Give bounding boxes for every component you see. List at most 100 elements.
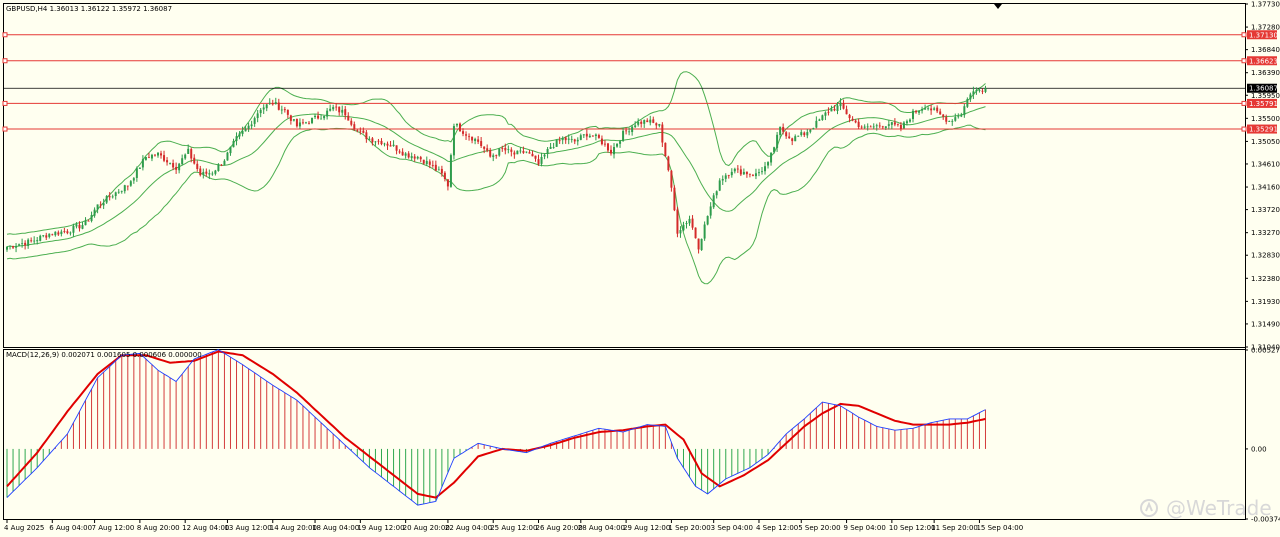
candle-body	[534, 155, 537, 159]
candle-body	[754, 173, 757, 177]
candle-body	[232, 141, 235, 148]
level-price-label-2: 1.35791	[1249, 100, 1278, 108]
trading-chart[interactable]: 1.371301.366231.357911.352911.36087 1.37…	[0, 0, 1280, 537]
candle-body	[709, 206, 712, 216]
price-tick-label: 1.33720	[1251, 206, 1280, 214]
candle-body	[51, 234, 54, 236]
candle-body	[259, 109, 262, 114]
price-tick-label: 1.35950	[1251, 92, 1280, 100]
time-tick-label: 9 Sep 04:00	[844, 524, 886, 532]
candle-body	[896, 123, 899, 125]
time-tick-label: 25 Aug 12:00	[490, 524, 537, 532]
candle-body	[948, 121, 951, 122]
candle-body	[178, 163, 181, 171]
candle-body	[108, 196, 111, 198]
candle-body	[727, 174, 730, 176]
candle-body	[150, 154, 153, 159]
candle-body	[416, 156, 419, 159]
candle-body	[915, 110, 918, 113]
candle-body	[899, 124, 902, 129]
candle-body	[597, 135, 600, 138]
candle-body	[407, 153, 410, 158]
candle-body	[434, 164, 437, 171]
candle-body	[658, 123, 661, 126]
time-tick-label: 7 Aug 12:00	[92, 524, 135, 532]
candle-body	[936, 107, 939, 112]
candle-body	[957, 116, 960, 118]
candle-body	[304, 122, 307, 124]
candle-body	[338, 106, 341, 113]
candle-body	[706, 216, 709, 225]
candle-body	[522, 151, 525, 153]
candle-body	[205, 171, 208, 174]
candle-body	[289, 115, 292, 121]
time-tick-label: 6 Aug 04:00	[49, 524, 92, 532]
candle-body	[18, 244, 21, 246]
level-handle-right-1	[1241, 58, 1247, 64]
candle-body	[157, 152, 159, 156]
candle-body	[398, 151, 401, 153]
candle-body	[748, 173, 751, 175]
candle-body	[966, 99, 969, 107]
candle-body	[531, 153, 534, 157]
candle-body	[437, 169, 440, 171]
candle-body	[942, 114, 945, 117]
candle-body	[48, 233, 51, 237]
time-tick-label: 4 Aug 2025	[4, 524, 44, 532]
candle-body	[724, 175, 727, 179]
candle-body	[425, 160, 428, 165]
candle-body	[244, 128, 247, 132]
time-tick-label: 22 Aug 04:00	[445, 524, 492, 532]
candle-body	[353, 124, 356, 130]
candle-body	[374, 141, 377, 143]
candle-body	[776, 134, 779, 148]
price-tick-label: 1.35050	[1251, 138, 1280, 146]
candle-body	[893, 122, 896, 125]
candle-body	[555, 139, 558, 147]
candle-body	[404, 153, 407, 156]
candle-body	[905, 121, 908, 124]
candle-body	[199, 168, 202, 176]
candle-body	[446, 179, 449, 187]
candle-body	[87, 220, 90, 222]
candle-body	[510, 149, 513, 152]
candle-body	[238, 133, 241, 137]
candle-body	[308, 122, 310, 124]
candle-body	[474, 138, 477, 142]
candle-body	[902, 122, 905, 129]
candle-body	[126, 185, 129, 187]
time-tick-label: 18 Aug 04:00	[312, 524, 359, 532]
candle-body	[745, 171, 748, 175]
candle-body	[546, 148, 549, 154]
candle-body	[676, 209, 679, 234]
candle-body	[229, 146, 232, 154]
time-tick-label: 29 Aug 12:00	[623, 524, 670, 532]
time-tick-label: 28 Aug 04:00	[578, 524, 625, 532]
candle-body	[643, 120, 646, 124]
candle-body	[872, 126, 875, 128]
candle-body	[431, 165, 434, 166]
candle-body	[736, 168, 739, 170]
candle-body	[392, 144, 395, 146]
candle-body	[854, 120, 857, 123]
candle-body	[265, 104, 268, 109]
candle-body	[975, 89, 978, 92]
candle-body	[519, 150, 522, 152]
main-panel-background	[0, 0, 1280, 537]
candle-body	[576, 139, 579, 142]
candle-body	[371, 138, 374, 143]
candle-body	[845, 109, 848, 115]
candle-body	[347, 115, 350, 121]
level-handle-left-2	[2, 100, 8, 106]
time-tick-label: 3 Sep 04:00	[711, 524, 753, 532]
candle-body	[924, 108, 927, 110]
symbol-info-header: GBPUSD,H4 1.36013 1.36122 1.35972 1.3608…	[6, 5, 172, 13]
candle-body	[138, 167, 141, 169]
candle-body	[235, 136, 238, 141]
candle-body	[211, 173, 214, 175]
candle-body	[682, 224, 685, 231]
candle-body	[15, 246, 18, 248]
candle-body	[36, 240, 39, 242]
candle-body	[673, 187, 676, 211]
candle-body	[655, 123, 658, 126]
